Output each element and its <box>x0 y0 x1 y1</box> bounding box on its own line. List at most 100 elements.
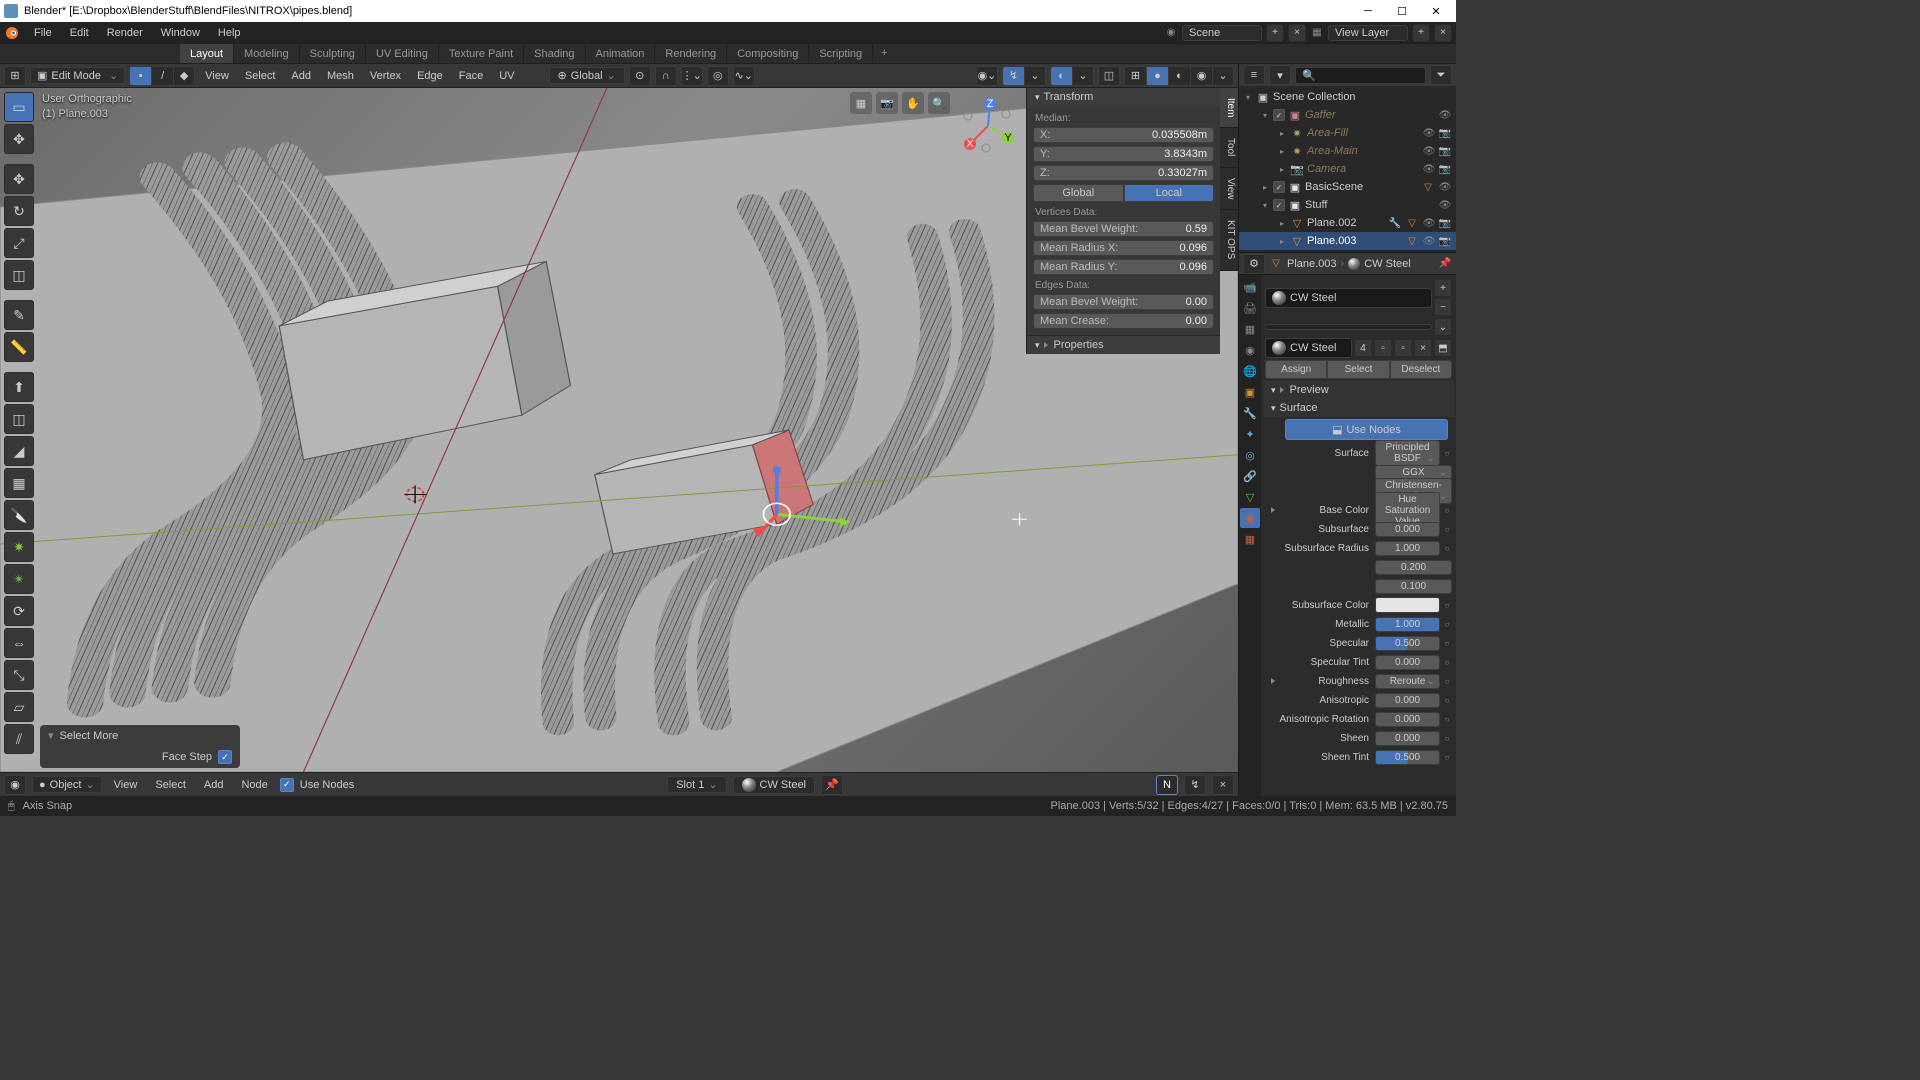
side-tab-view[interactable]: View <box>1220 168 1238 211</box>
add-menu[interactable]: Add <box>285 68 317 84</box>
eye-icon[interactable]: 👁 <box>1422 162 1436 176</box>
tab-scene[interactable]: ◉ <box>1240 340 1260 360</box>
gizmo-dropdown[interactable]: ⌄ <box>1024 66 1046 86</box>
tool-rip[interactable]: ⫽ <box>4 724 34 754</box>
viewport-3d[interactable]: User Orthographic (1) Plane.003 ▭ ✥ ✥ ↻ … <box>0 88 1238 772</box>
viewlayer-delete-button[interactable]: × <box>1434 24 1452 42</box>
tab-physics[interactable]: ◎ <box>1240 445 1260 465</box>
scene-select[interactable]: Scene <box>1182 25 1262 41</box>
tree-stuff[interactable]: ▾✓▣Stuff👁 <box>1239 196 1456 214</box>
vertex-menu[interactable]: Vertex <box>364 68 407 84</box>
editor-type-button[interactable]: ⊞ <box>4 66 26 86</box>
restrict-icon[interactable]: 📷 <box>1438 126 1452 140</box>
new-material-button[interactable]: ▫ <box>1374 339 1392 357</box>
collection-visibility-toggle[interactable]: ✓ <box>1273 109 1285 121</box>
tree-gaffer[interactable]: ▾✓▣Gaffer👁 <box>1239 106 1456 124</box>
transform-panel-header[interactable]: Transform <box>1027 88 1220 106</box>
tab-particle[interactable]: ✦ <box>1240 424 1260 444</box>
tool-move[interactable]: ✥ <box>4 164 34 194</box>
tab-shading[interactable]: Shading <box>524 44 585 63</box>
proportional-button[interactable]: ◎ <box>707 66 729 86</box>
tool-cursor[interactable]: ✥ <box>4 124 34 154</box>
specular-tint-field[interactable]: 0.000 <box>1375 655 1440 670</box>
node-socket[interactable]: ○ <box>1442 715 1452 724</box>
mesh-menu[interactable]: Mesh <box>321 68 360 84</box>
bevel-weight-field[interactable]: Mean Bevel Weight:0.59 <box>1033 221 1214 237</box>
properties-type-button[interactable]: ⚙ <box>1243 254 1265 274</box>
anisotropic-field[interactable]: 0.000 <box>1375 693 1440 708</box>
outliner-search[interactable]: 🔍 <box>1295 67 1426 84</box>
collection-visibility-toggle[interactable]: ✓ <box>1273 199 1285 211</box>
tab-render[interactable]: 📹 <box>1240 277 1260 297</box>
anisotropic-rotation-field[interactable]: 0.000 <box>1375 712 1440 727</box>
menu-file[interactable]: File <box>26 25 60 41</box>
node-socket[interactable]: ○ <box>1442 658 1452 667</box>
xray-button[interactable]: ◫ <box>1098 66 1120 86</box>
select-menu[interactable]: Select <box>239 68 282 84</box>
face-step-checkbox[interactable]: ✓ <box>218 750 232 764</box>
select-menu-shader[interactable]: Select <box>149 777 192 793</box>
nav-grid-icon[interactable]: ▦ <box>850 92 872 114</box>
tool-transform[interactable]: ◫ <box>4 260 34 290</box>
use-nodes-checkbox[interactable]: ✓ <box>280 778 294 792</box>
eye-icon[interactable]: 👁 <box>1438 108 1452 122</box>
tab-scripting[interactable]: Scripting <box>809 44 873 63</box>
breadcrumb-material[interactable]: CW Steel <box>1364 258 1410 270</box>
tab-world[interactable]: 🌐 <box>1240 361 1260 381</box>
sheen-field[interactable]: 0.000 <box>1375 731 1440 746</box>
eye-icon[interactable]: 👁 <box>1422 216 1436 230</box>
slot-remove-button[interactable]: − <box>1434 298 1452 316</box>
node-socket[interactable]: ○ <box>1442 734 1452 743</box>
roughness-select[interactable]: Reroute <box>1375 674 1440 689</box>
tool-scale[interactable]: ⤢ <box>4 228 34 258</box>
node-socket[interactable]: ○ <box>1442 677 1452 686</box>
tab-modeling[interactable]: Modeling <box>234 44 300 63</box>
unlink-material-button[interactable]: × <box>1414 339 1432 357</box>
tab-animation[interactable]: Animation <box>586 44 656 63</box>
median-y-field[interactable]: Y:3.8343m <box>1033 146 1214 162</box>
edge-menu[interactable]: Edge <box>411 68 449 84</box>
tool-edge-slide[interactable]: ⇔ <box>4 628 34 658</box>
tree-area-main[interactable]: ▸✷Area-Main👁📷 <box>1239 142 1456 160</box>
viewlayer-select[interactable]: View Layer <box>1328 25 1408 41</box>
tool-extrude[interactable]: ⬆ <box>4 372 34 402</box>
tab-compositing[interactable]: Compositing <box>727 44 809 63</box>
slot-select[interactable]: Slot 1⌄ <box>667 776 726 793</box>
node-socket[interactable]: ○ <box>1442 639 1452 648</box>
tab-modifier[interactable]: 🔧 <box>1240 403 1260 423</box>
minimize-button[interactable]: ─ <box>1352 1 1384 21</box>
mesh-display-button[interactable]: ◉⌄ <box>976 66 998 86</box>
wireframe-shading[interactable]: ⊞ <box>1124 66 1146 86</box>
node-socket[interactable]: ○ <box>1442 544 1452 553</box>
deselect-button[interactable]: Deselect <box>1390 360 1452 379</box>
vertex-select-button[interactable]: ▪ <box>129 66 151 86</box>
shader-tool-1[interactable]: N <box>1156 775 1178 795</box>
maximize-button[interactable]: ☐ <box>1386 1 1418 21</box>
tree-camera[interactable]: ▸📷Camera👁📷 <box>1239 160 1456 178</box>
pin-button[interactable]: 📌 <box>821 775 843 795</box>
node-socket[interactable]: ○ <box>1442 449 1452 458</box>
pin-icon[interactable]: 📌 <box>1438 257 1452 271</box>
outliner-type-button[interactable]: ≡ <box>1243 65 1265 85</box>
preview-panel-header[interactable]: Preview <box>1263 381 1454 399</box>
material-slot-list[interactable] <box>1265 324 1432 330</box>
tab-material[interactable]: ◉ <box>1240 508 1260 528</box>
side-tab-item[interactable]: Item <box>1220 88 1238 128</box>
user-count-badge[interactable]: 4 <box>1354 339 1372 357</box>
close-button[interactable]: ✕ <box>1420 1 1452 21</box>
proportional-type-button[interactable]: ∿⌄ <box>733 66 755 86</box>
material-slot[interactable]: CW Steel <box>1265 288 1432 308</box>
show-gizmo-button[interactable]: ↯ <box>1002 66 1024 86</box>
sheen-tint-field[interactable]: 0.500 <box>1375 750 1440 765</box>
snap-button[interactable]: ∩ <box>655 66 677 86</box>
restrict-icon[interactable]: 📷 <box>1438 216 1452 230</box>
material-datablock[interactable]: CW Steel <box>1265 338 1352 358</box>
properties-panel-header[interactable]: Properties <box>1027 335 1220 354</box>
subsurface-field[interactable]: 0.000 <box>1375 522 1440 537</box>
subsurface-color-swatch[interactable] <box>1375 597 1440 613</box>
snap-type-button[interactable]: ⋮⌄ <box>681 66 703 86</box>
node-socket[interactable]: ○ <box>1442 620 1452 629</box>
pivot-button[interactable]: ⊙ <box>629 66 651 86</box>
side-tab-tool[interactable]: Tool <box>1220 128 1238 167</box>
scene-delete-button[interactable]: × <box>1288 24 1306 42</box>
